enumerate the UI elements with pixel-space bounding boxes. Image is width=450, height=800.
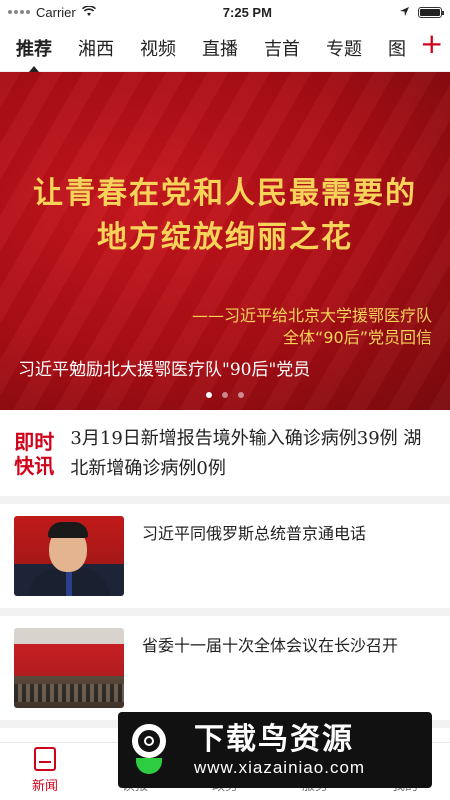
tab-topics[interactable]: 专题 — [326, 35, 362, 61]
breaking-tag-line1: 即时 — [14, 430, 55, 454]
breaking-news-tag: 即时 快讯 — [14, 430, 54, 478]
watermark-url: www.xiazainiao.com — [194, 758, 366, 777]
banner-subline1: ——习近平给北京大学援鄂医疗队 — [191, 306, 432, 325]
add-channel-icon[interactable]: + — [420, 30, 443, 60]
status-time: 7:25 PM — [222, 4, 272, 20]
status-bar: Carrier 7:25 PM — [0, 0, 450, 24]
status-left: Carrier — [8, 5, 96, 20]
tab-pictures[interactable]: 图 — [388, 35, 406, 61]
carrier-label: Carrier — [36, 4, 76, 20]
news-thumbnail — [14, 516, 124, 596]
tab-video[interactable]: 视频 — [140, 35, 176, 61]
news-icon — [34, 747, 56, 771]
news-title[interactable]: 习近平同俄罗斯总统普京通电话 — [142, 522, 366, 596]
tab-live[interactable]: 直播 — [202, 35, 238, 61]
channel-tabs: 推荐 湘西 视频 直播 吉首 专题 图 + — [0, 24, 450, 72]
tabbar-label: 新闻 — [31, 779, 58, 794]
signal-icon — [8, 10, 30, 14]
banner-headline-line2: 地方绽放绚丽之花 — [97, 220, 353, 255]
watermark-texts: 下载鸟资源 www.xiazainiao.com — [194, 722, 365, 778]
banner-caption: 习近平勉励北大援鄂医疗队"90后"党员 — [18, 360, 311, 380]
banner-subline2: 全体“90后”党员回信 — [283, 328, 432, 347]
bird-logo-icon — [128, 722, 184, 778]
carousel-dot[interactable] — [206, 392, 212, 398]
status-right — [399, 5, 444, 20]
carousel-dot[interactable] — [238, 392, 244, 398]
news-thumbnail — [14, 628, 124, 708]
tab-jishou[interactable]: 吉首 — [264, 35, 300, 61]
news-item[interactable]: 习近平同俄罗斯总统普京通电话 — [0, 504, 450, 616]
headline-banner[interactable]: 让青春在党和人民最需要的 地方绽放绚丽之花 ——习近平给北京大学援鄂医疗队 全体… — [0, 72, 450, 410]
carousel-dot[interactable] — [222, 392, 228, 398]
breaking-tag-line2: 快讯 — [14, 454, 55, 478]
watermark-title: 下载鸟资源 — [194, 722, 354, 757]
carousel-indicator[interactable] — [0, 392, 450, 398]
location-arrow-icon — [399, 5, 410, 20]
breaking-news-text[interactable]: 3月19日新增报告境外输入确诊病例39例 湖北新增确诊病例0例 — [70, 424, 436, 484]
wifi-icon — [81, 4, 96, 20]
banner-headline-line1: 让青春在党和人民最需要的 — [33, 176, 417, 211]
breaking-news[interactable]: 即时 快讯 3月19日新增报告境外输入确诊病例39例 湖北新增确诊病例0例 — [0, 410, 450, 504]
tab-recommend[interactable]: 推荐 — [16, 35, 52, 61]
tab-xiangxi[interactable]: 湘西 — [78, 35, 114, 61]
battery-icon — [418, 6, 444, 18]
news-title[interactable]: 省委十一届十次全体会议在长沙召开 — [142, 634, 398, 708]
tabbar-news[interactable]: 新闻 — [10, 747, 80, 794]
watermark-overlay: 下载鸟资源 www.xiazainiao.com — [118, 712, 432, 788]
